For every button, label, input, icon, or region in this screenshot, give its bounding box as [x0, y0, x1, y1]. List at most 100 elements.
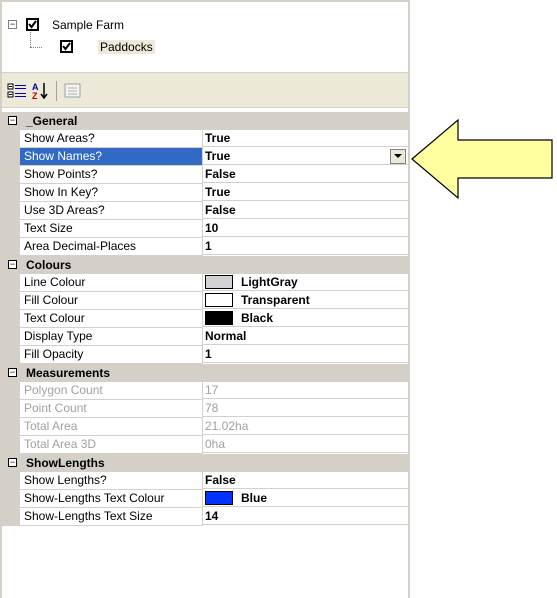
- property-row[interactable]: Use 3D Areas? False: [2, 202, 408, 220]
- property-value[interactable]: True: [203, 184, 408, 201]
- property-row[interactable]: Fill Colour Transparent: [2, 292, 408, 310]
- property-value[interactable]: Black: [203, 310, 408, 327]
- paddocks-checkbox[interactable]: [60, 40, 73, 53]
- row-gutter: [2, 202, 20, 220]
- row-gutter: [2, 184, 20, 202]
- property-row[interactable]: Show Names? True: [2, 148, 408, 166]
- property-row[interactable]: Show Points? False: [2, 166, 408, 184]
- tree-node-sample-farm[interactable]: Sample Farm: [52, 18, 124, 32]
- property-value[interactable]: LightGray: [203, 274, 408, 291]
- property-row[interactable]: Fill Opacity 1: [2, 346, 408, 364]
- collapse-icon[interactable]: −: [8, 458, 17, 467]
- property-value[interactable]: False: [203, 166, 408, 183]
- row-gutter: [2, 166, 20, 184]
- property-name[interactable]: Display Type: [20, 328, 203, 346]
- row-gutter: [2, 310, 20, 328]
- property-value-text: Normal: [205, 329, 247, 343]
- property-value[interactable]: True: [203, 130, 408, 147]
- check-icon: [62, 42, 71, 51]
- layer-tree: − Sample Farm Paddocks: [2, 2, 408, 66]
- property-row[interactable]: Show In Key? True: [2, 184, 408, 202]
- property-name[interactable]: Fill Colour: [20, 292, 203, 310]
- category-label: Colours: [26, 258, 72, 272]
- property-name[interactable]: Show Points?: [20, 166, 203, 184]
- row-gutter: [2, 490, 20, 508]
- property-value[interactable]: Transparent: [203, 292, 408, 309]
- color-swatch: [205, 490, 233, 505]
- collapse-icon[interactable]: −: [8, 368, 17, 377]
- sample-farm-checkbox[interactable]: [26, 18, 39, 31]
- property-value-text: 1: [205, 239, 212, 253]
- property-pages-button[interactable]: [62, 81, 84, 101]
- property-value[interactable]: 1: [203, 346, 408, 363]
- row-gutter: [2, 130, 20, 148]
- property-value-text: False: [205, 203, 236, 217]
- property-row[interactable]: Display Type Normal: [2, 328, 408, 346]
- property-value-text: 21.02ha: [205, 419, 249, 433]
- property-row[interactable]: Show Lengths? False: [2, 472, 408, 490]
- property-name[interactable]: Show Areas?: [20, 130, 203, 148]
- property-row[interactable]: Line Colour LightGray: [2, 274, 408, 292]
- color-swatch: [205, 292, 233, 307]
- property-value-text: False: [205, 167, 236, 181]
- property-value[interactable]: False: [203, 472, 408, 489]
- category-header[interactable]: − ShowLengths: [2, 454, 408, 472]
- property-row[interactable]: Point Count 78: [2, 400, 408, 418]
- row-gutter: [2, 382, 20, 400]
- alphabetical-button[interactable]: A Z: [30, 81, 52, 101]
- property-name[interactable]: Show-Lengths Text Size: [20, 508, 203, 526]
- property-row[interactable]: Show-Lengths Text Size 14: [2, 508, 408, 526]
- property-row[interactable]: Show Areas? True: [2, 130, 408, 148]
- property-name[interactable]: Text Colour: [20, 310, 203, 328]
- property-value-text: False: [205, 473, 236, 487]
- property-value-text: 17: [205, 383, 219, 397]
- property-row[interactable]: Text Colour Black: [2, 310, 408, 328]
- property-value-text: True: [205, 131, 231, 145]
- color-swatch: [205, 310, 233, 325]
- property-row[interactable]: Text Size 10: [2, 220, 408, 238]
- callout-arrow: [411, 118, 553, 200]
- property-value[interactable]: False: [203, 202, 408, 219]
- property-value-text: True: [205, 149, 231, 163]
- property-name[interactable]: Point Count: [20, 400, 203, 418]
- row-gutter: [2, 220, 20, 238]
- property-name[interactable]: Show Names?: [20, 148, 203, 166]
- property-value[interactable]: 1: [203, 238, 408, 255]
- property-name[interactable]: Line Colour: [20, 274, 203, 292]
- property-row[interactable]: Polygon Count 17: [2, 382, 408, 400]
- property-value[interactable]: 10: [203, 220, 408, 237]
- collapse-icon[interactable]: −: [8, 20, 17, 29]
- property-name[interactable]: Total Area: [20, 418, 203, 436]
- property-row[interactable]: Show-Lengths Text Colour Blue: [2, 490, 408, 508]
- chevron-down-icon: [394, 154, 402, 158]
- property-row[interactable]: Area Decimal-Places 1: [2, 238, 408, 256]
- category-header[interactable]: − Colours: [2, 256, 408, 274]
- property-value: 21.02ha: [203, 418, 408, 435]
- property-name[interactable]: Polygon Count: [20, 382, 203, 400]
- property-row[interactable]: Total Area 3D 0ha: [2, 436, 408, 454]
- property-name[interactable]: Show Lengths?: [20, 472, 203, 490]
- property-value-text: 14: [205, 509, 219, 523]
- property-name[interactable]: Use 3D Areas?: [20, 202, 203, 220]
- collapse-icon[interactable]: −: [8, 116, 17, 125]
- property-grid-toolbar: A Z: [2, 72, 408, 108]
- row-gutter: [2, 472, 20, 490]
- property-value[interactable]: Normal: [203, 328, 408, 345]
- property-value[interactable]: Blue: [203, 490, 408, 507]
- property-name[interactable]: Text Size: [20, 220, 203, 238]
- category-header[interactable]: − Measurements: [2, 364, 408, 382]
- collapse-icon[interactable]: −: [8, 260, 17, 269]
- row-gutter: [2, 400, 20, 418]
- tree-node-paddocks[interactable]: Paddocks: [98, 40, 155, 54]
- property-value[interactable]: 14: [203, 508, 408, 525]
- property-name[interactable]: Area Decimal-Places: [20, 238, 203, 256]
- dropdown-button[interactable]: [390, 149, 406, 164]
- property-value[interactable]: True: [203, 148, 408, 165]
- property-name[interactable]: Fill Opacity: [20, 346, 203, 364]
- property-name[interactable]: Total Area 3D: [20, 436, 203, 454]
- categorized-button[interactable]: [6, 81, 28, 101]
- property-name[interactable]: Show In Key?: [20, 184, 203, 202]
- category-header[interactable]: − _General: [2, 112, 408, 130]
- property-name[interactable]: Show-Lengths Text Colour: [20, 490, 203, 508]
- property-row[interactable]: Total Area 21.02ha: [2, 418, 408, 436]
